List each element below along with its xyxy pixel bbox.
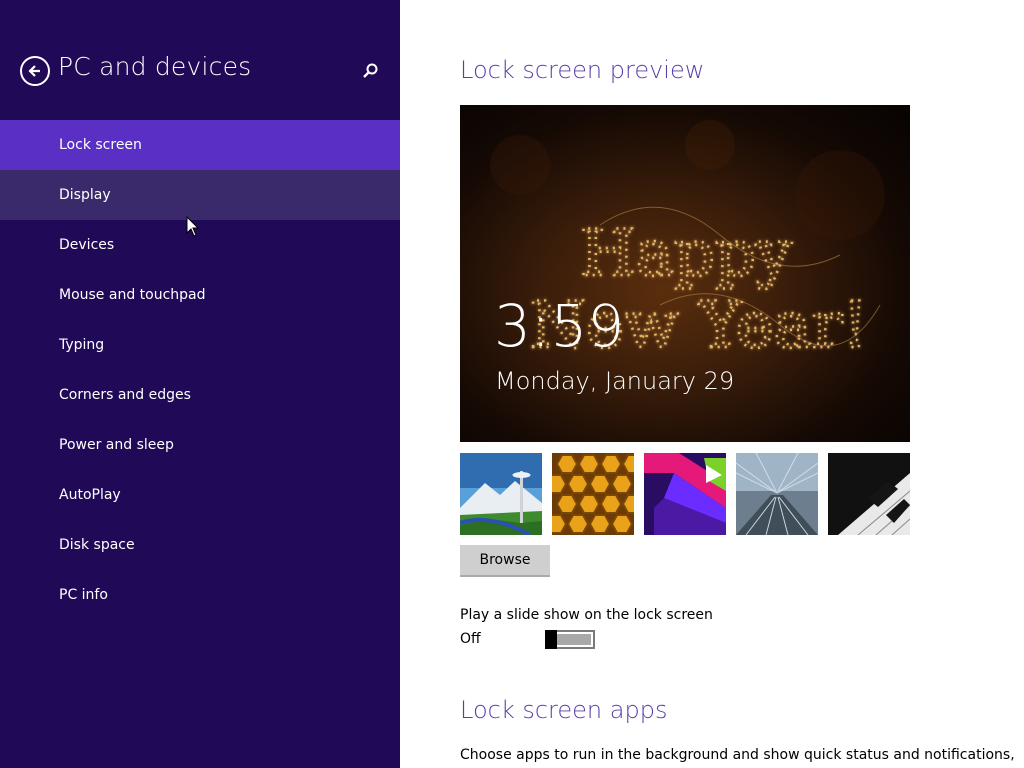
art-text-happy: Happy <box>580 217 792 291</box>
sidebar-item-label: Typing <box>59 337 105 353</box>
toggle-track <box>557 634 591 645</box>
back-arrow-icon <box>28 65 40 77</box>
slideshow-label: Play a slide show on the lock screen <box>460 607 713 623</box>
sidebar-item-disk-space[interactable]: Disk space <box>0 520 400 570</box>
sidebar-item-autoplay[interactable]: AutoPlay <box>0 470 400 520</box>
sidebar: PC and devices Lock screen Display Devic… <box>0 0 400 768</box>
sidebar-item-label: PC info <box>59 587 108 603</box>
sidebar-item-label: Display <box>59 187 111 203</box>
browse-button[interactable]: Browse <box>460 545 550 577</box>
apps-section-title: Lock screen apps <box>460 696 668 724</box>
slideshow-toggle[interactable] <box>545 630 595 649</box>
tunnel-image <box>736 453 818 535</box>
sidebar-item-label: Lock screen <box>59 137 142 153</box>
preview-time: 3:59 <box>494 292 625 360</box>
thumbnail-tunnel[interactable] <box>736 453 818 535</box>
thumbnail-honeycomb[interactable] <box>552 453 634 535</box>
sidebar-item-devices[interactable]: Devices <box>0 220 400 270</box>
sidebar-item-typing[interactable]: Typing <box>0 320 400 370</box>
sidebar-item-label: Devices <box>59 237 115 253</box>
thumbnail-piano-keys[interactable] <box>828 453 910 535</box>
thumbnail-space-needle[interactable] <box>460 453 542 535</box>
geometric-image <box>644 453 726 535</box>
search-button[interactable] <box>360 60 382 82</box>
page-title: PC and devices <box>58 52 252 81</box>
space-needle-image <box>460 453 542 535</box>
sidebar-item-label: Corners and edges <box>59 387 191 403</box>
honeycomb-image <box>552 453 634 535</box>
slideshow-state: Off <box>460 631 481 647</box>
lock-screen-preview: Happy New Year! 3:59 Monday, January 29 <box>460 105 910 442</box>
back-button[interactable] <box>20 56 50 86</box>
thumbnail-purple-geometric[interactable] <box>644 453 726 535</box>
piano-image <box>828 453 910 535</box>
apps-description: Choose apps to run in the background and… <box>460 747 1015 763</box>
sidebar-item-label: Power and sleep <box>59 437 174 453</box>
sidebar-item-lock-screen[interactable]: Lock screen <box>0 120 400 170</box>
main-content: Lock screen preview Happy New Year! 3:59… <box>400 0 1024 768</box>
toggle-thumb[interactable] <box>545 630 557 649</box>
sidebar-item-label: AutoPlay <box>59 487 121 503</box>
sidebar-item-power-and-sleep[interactable]: Power and sleep <box>0 420 400 470</box>
sidebar-item-label: Mouse and touchpad <box>59 287 206 303</box>
sidebar-item-label: Disk space <box>59 537 135 553</box>
preview-section-title: Lock screen preview <box>460 56 705 84</box>
sidebar-item-mouse-and-touchpad[interactable]: Mouse and touchpad <box>0 270 400 320</box>
search-icon <box>363 63 378 78</box>
sidebar-item-corners-and-edges[interactable]: Corners and edges <box>0 370 400 420</box>
mouse-cursor-icon <box>186 216 200 237</box>
preview-date: Monday, January 29 <box>495 367 735 395</box>
sidebar-item-pc-info[interactable]: PC info <box>0 570 400 620</box>
sidebar-item-display[interactable]: Display <box>0 170 400 220</box>
